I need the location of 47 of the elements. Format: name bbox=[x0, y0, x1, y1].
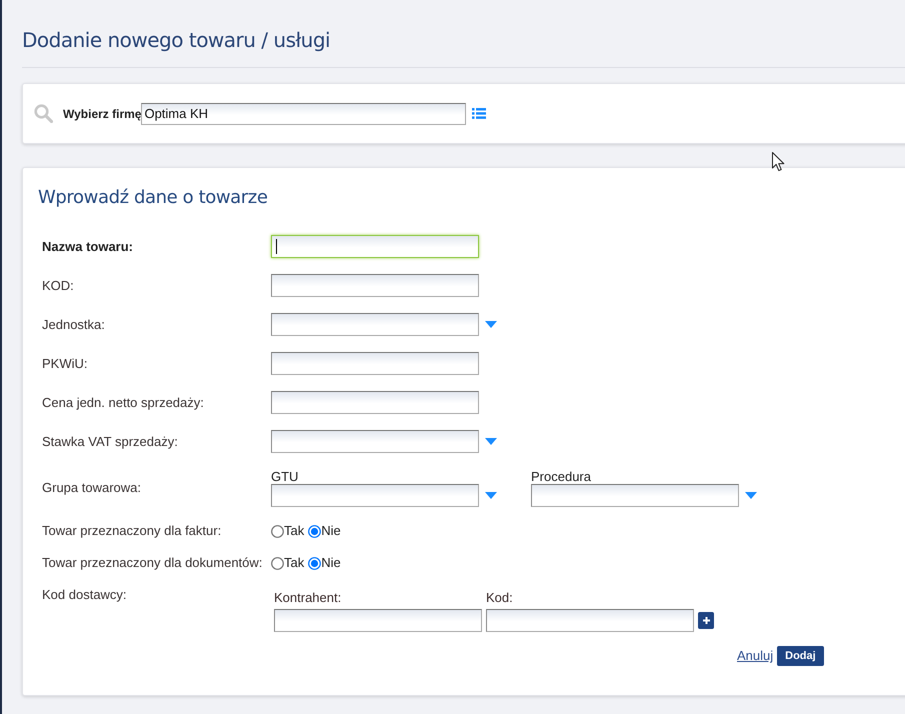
radio-label: Nie bbox=[321, 555, 341, 571]
field-label: Cena jedn. netto sprzedaży: bbox=[42, 394, 204, 410]
caret-icon[interactable] bbox=[745, 492, 757, 499]
search-icon bbox=[34, 104, 53, 123]
field-label: Nazwa towaru: bbox=[42, 238, 134, 254]
radio-label: Tak bbox=[284, 523, 304, 539]
company-field[interactable]: Optima KH bbox=[141, 102, 466, 124]
company-label: Wybierz firmę bbox=[63, 106, 142, 122]
cancel-link[interactable]: Anuluj bbox=[737, 646, 774, 666]
field-label: KOD: bbox=[42, 278, 74, 294]
input-label: Kod: bbox=[486, 590, 513, 606]
field-label: Stawka VAT sprzedaży: bbox=[42, 434, 178, 450]
radio-button[interactable] bbox=[271, 556, 284, 570]
field-label: Jednostka: bbox=[42, 316, 105, 332]
radio-button[interactable] bbox=[308, 524, 322, 538]
plus-icon bbox=[702, 617, 710, 624]
text-field[interactable] bbox=[274, 609, 482, 632]
field-label: Kod dostawcy: bbox=[42, 587, 127, 603]
text-field[interactable] bbox=[271, 391, 479, 414]
text-field[interactable] bbox=[271, 352, 479, 375]
page-title: Dodanie nowego towaru / usługi bbox=[22, 28, 332, 52]
caret-icon[interactable] bbox=[485, 492, 497, 499]
radio-button[interactable] bbox=[271, 524, 284, 538]
field-label: Towar przeznaczony dla faktur: bbox=[42, 523, 222, 539]
radio-label: Nie bbox=[321, 523, 341, 539]
list-icon[interactable] bbox=[472, 108, 486, 119]
add-button[interactable] bbox=[698, 612, 714, 629]
select-field[interactable] bbox=[271, 430, 479, 453]
select-field[interactable] bbox=[271, 484, 479, 507]
form-title: Wprowadź dane o towarze bbox=[38, 186, 268, 210]
text-cursor-icon bbox=[276, 239, 277, 254]
field-label: PKWiU: bbox=[42, 356, 88, 372]
caret-icon[interactable] bbox=[485, 321, 497, 328]
input-label: Kontrahent: bbox=[274, 590, 342, 606]
radio-label: Tak bbox=[284, 555, 304, 571]
text-field[interactable] bbox=[271, 235, 479, 258]
field-label: Grupa towarowa: bbox=[42, 480, 141, 496]
add-submit-button[interactable]: Dodaj bbox=[777, 646, 824, 666]
caret-icon[interactable] bbox=[485, 438, 497, 445]
select-field[interactable] bbox=[531, 484, 739, 507]
select-field[interactable] bbox=[271, 313, 479, 336]
text-field[interactable] bbox=[486, 609, 694, 632]
select-label: Procedura bbox=[531, 469, 591, 484]
field-label: Towar przeznaczony dla dokumentów: bbox=[42, 555, 262, 571]
radio-button[interactable] bbox=[308, 556, 322, 570]
select-label: GTU bbox=[271, 469, 298, 484]
text-field[interactable] bbox=[271, 274, 479, 297]
